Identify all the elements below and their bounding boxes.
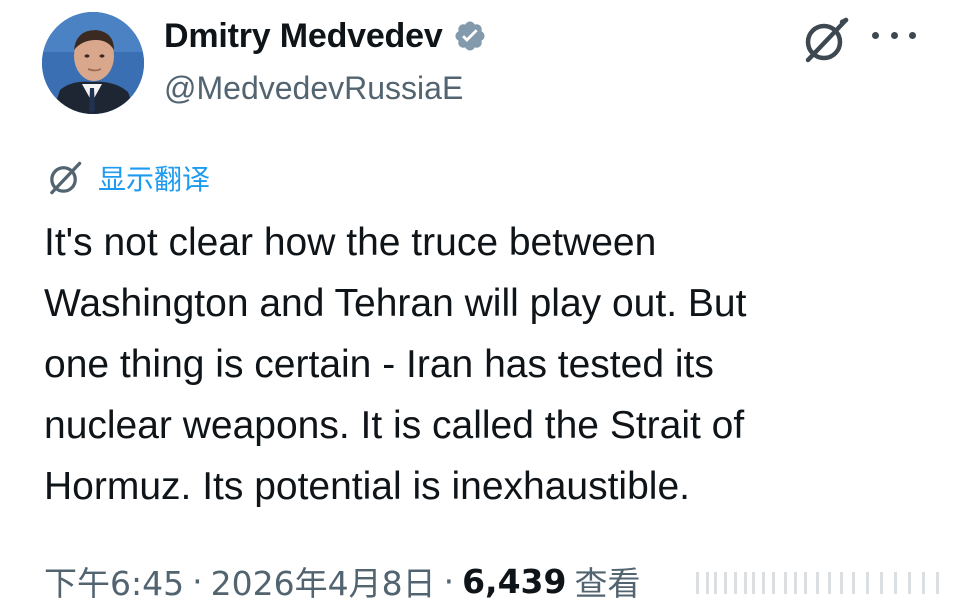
more-dot-icon (890, 31, 898, 39)
tweet-metadata: 下午6:45 · 2026年4月8日 · 6,439 查看 (44, 556, 640, 606)
views-count[interactable]: 6,439 (462, 562, 566, 601)
tweet-text-line: Hormuz. Its potential is inexhaustible. (44, 465, 690, 508)
meta-separator: · (443, 561, 455, 601)
meta-separator: · (192, 561, 203, 601)
watermark-icon (692, 566, 952, 600)
handle[interactable]: @MedvedevRussiaE (164, 70, 487, 107)
grok-translate-icon (46, 159, 84, 197)
views-label[interactable]: 查看 (574, 557, 640, 605)
more-dot-icon (909, 31, 916, 39)
name-row: Dmitry Medvedev (164, 14, 487, 58)
tweet-text-line: nuclear weapons. It is called the Strait… (44, 404, 745, 447)
show-translation-label[interactable]: 显示翻译 (98, 158, 210, 198)
tweet-card: Dmitry Medvedev @MedvedevRussiaE 显示翻译 It… (0, 0, 960, 608)
verified-badge-icon[interactable] (453, 19, 487, 53)
more-horizontal-icon[interactable] (872, 24, 916, 46)
display-name[interactable]: Dmitry Medvedev (164, 17, 443, 56)
post-time[interactable]: 下午6:45 (44, 557, 184, 605)
author-info: Dmitry Medvedev @MedvedevRussiaE (164, 14, 487, 107)
more-dot-icon (872, 31, 879, 39)
tweet-text: It's not clear how the truce between Was… (44, 212, 924, 517)
show-translation-button[interactable]: 显示翻译 (46, 158, 210, 198)
tweet-text-line: It's not clear how the truce between (44, 221, 657, 264)
tweet-text-line: one thing is certain - Iran has tested i… (44, 343, 714, 386)
profile-photo-icon (42, 12, 144, 114)
grok-icon[interactable] (800, 14, 852, 66)
post-date[interactable]: 2026年4月8日 (211, 557, 436, 605)
avatar[interactable] (42, 12, 144, 114)
tweet-text-line: Washington and Tehran will play out. But (44, 282, 747, 325)
